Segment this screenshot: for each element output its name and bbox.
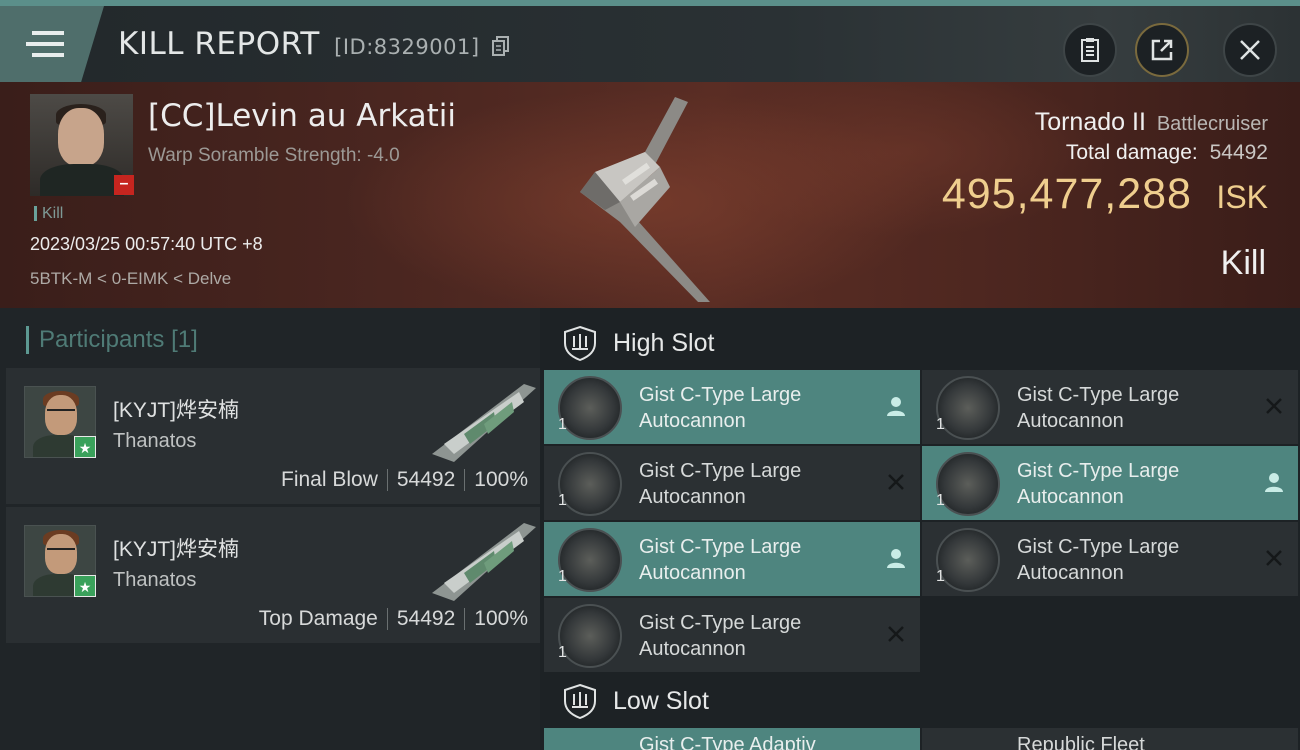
title-text: KILL REPORT <box>118 26 320 62</box>
star-icon: ★ <box>74 436 96 458</box>
participants-count: [1] <box>171 326 198 353</box>
kill-datetime: 2023/03/25 00:57:40 UTC +8 <box>30 234 263 254</box>
result-label: Kill <box>1220 244 1266 282</box>
participant-ship: Thanatos <box>113 430 197 452</box>
share-button[interactable] <box>1135 23 1189 77</box>
autocannon-icon <box>558 452 622 516</box>
module-item[interactable]: 1 Gist C-Type Large Autocannon <box>922 446 1298 520</box>
participant-stats: Top Damage 54492 100% <box>259 607 528 631</box>
isk-value-row: 495,477,288 ISK <box>942 170 1268 219</box>
module-name: Gist C-Type Large Autocannon <box>1017 460 1180 508</box>
module-name: Gist C-Type Large Autocannon <box>639 536 802 584</box>
participant-ship-render <box>432 523 536 601</box>
victim-banner: – [CC]Levin au Arkatii Warp Soramble Str… <box>0 82 1300 308</box>
x-icon <box>888 474 904 490</box>
participants-panel: Participants [1] ★ [KYJT]烨安楠 Thanatos Fi… <box>0 308 540 750</box>
hamburger-menu-icon <box>26 31 64 57</box>
module-name: Gist C-Type Large Autocannon <box>1017 384 1180 432</box>
participant-percent: 100% <box>474 607 528 630</box>
module-quantity: 1 <box>936 416 945 433</box>
module-quantity: 1 <box>558 416 567 433</box>
high-slot-header: High Slot <box>544 312 1296 374</box>
star-icon: ★ <box>74 575 96 597</box>
autocannon-icon <box>936 528 1000 592</box>
fitting-panel: High Slot 1 Gist C-Type Large Autocannon … <box>540 308 1300 750</box>
autocannon-icon <box>936 376 1000 440</box>
participant-damage: 54492 <box>396 468 456 491</box>
module-quantity: 1 <box>558 644 567 661</box>
negative-standing-badge: – <box>114 175 134 195</box>
module-item[interactable]: 1 Gist C-Type Large Autocannon <box>544 522 920 596</box>
module-name: Gist C-Type Large Autocannon <box>639 460 802 508</box>
shield-icon <box>564 325 596 361</box>
kill-tag: Kill <box>34 206 63 222</box>
person-icon <box>1265 473 1283 492</box>
participant-stats: Final Blow 54492 100% <box>281 468 528 492</box>
total-damage-label: Total damage: <box>1065 141 1198 164</box>
ship-name[interactable]: Tornado II Battlecruiser <box>1035 108 1268 137</box>
ship-name-text: Tornado II <box>1034 108 1146 136</box>
module-quantity: 1 <box>558 568 567 585</box>
isk-unit: ISK <box>1216 179 1268 215</box>
victim-name[interactable]: [CC]Levin au Arkatii <box>148 98 456 134</box>
close-icon <box>1240 40 1260 60</box>
low-slot-header: Low Slot <box>544 670 1296 732</box>
module-name: Gist C-Type Large Autocannon <box>639 612 802 660</box>
x-icon <box>1266 398 1282 414</box>
module-name: Gist C-Type Adaptiv <box>639 734 816 750</box>
module-name: Gist C-Type Large Autocannon <box>639 384 802 432</box>
module-item[interactable]: 1 Gist C-Type Large Autocannon <box>922 370 1298 444</box>
participant-role: Final Blow <box>281 468 378 491</box>
participant-ship: Thanatos <box>113 569 197 591</box>
participant-ship-render <box>432 384 536 462</box>
copy-icon[interactable] <box>491 35 510 56</box>
low-slot-label: Low Slot <box>613 686 709 715</box>
clipboard-button[interactable] <box>1063 23 1117 77</box>
share-icon <box>1151 39 1173 61</box>
participant-row[interactable]: ★ [KYJT]烨安楠 Thanatos Top Damage 54492 100% <box>6 507 540 643</box>
person-icon <box>887 549 905 568</box>
page-title: KILL REPORT [ID:8329001] <box>118 26 510 62</box>
autocannon-icon <box>558 376 622 440</box>
shield-icon <box>564 683 596 719</box>
participant-damage: 54492 <box>396 607 456 630</box>
victim-ship-render <box>580 97 710 302</box>
menu-button[interactable] <box>0 6 104 82</box>
high-slot-label: High Slot <box>613 328 715 357</box>
module-item[interactable]: Gist C-Type Adaptiv <box>544 728 920 750</box>
total-damage: Total damage: 54492 <box>1066 141 1268 165</box>
autocannon-icon <box>558 604 622 668</box>
module-item[interactable]: Republic Fleet <box>922 728 1298 750</box>
module-item[interactable]: 1 Gist C-Type Large Autocannon <box>544 370 920 444</box>
module-quantity: 1 <box>936 492 945 509</box>
participant-name[interactable]: [KYJT]烨安楠 <box>113 394 239 424</box>
module-name: Republic Fleet <box>1017 734 1145 750</box>
participant-row[interactable]: ★ [KYJT]烨安楠 Thanatos Final Blow 54492 100% <box>6 368 540 504</box>
participants-label: Participants <box>39 326 165 353</box>
ship-class: Battlecruiser <box>1156 113 1268 135</box>
person-icon <box>887 397 905 416</box>
module-quantity: 1 <box>558 492 567 509</box>
total-damage-value: 54492 <box>1209 141 1268 164</box>
autocannon-icon <box>936 452 1000 516</box>
participant-name[interactable]: [KYJT]烨安楠 <box>113 533 239 563</box>
x-icon <box>888 626 904 642</box>
module-quantity: 1 <box>936 568 945 585</box>
x-icon <box>1266 550 1282 566</box>
module-name: Gist C-Type Large Autocannon <box>1017 536 1180 584</box>
report-id: [ID:8329001] <box>334 35 480 59</box>
top-bar: KILL REPORT [ID:8329001] <box>0 0 1300 82</box>
warp-scramble-strength: Warp Soramble Strength: -4.0 <box>148 145 400 166</box>
module-item[interactable]: 1 Gist C-Type Large Autocannon <box>922 522 1298 596</box>
isk-value: 495,477,288 <box>941 170 1192 218</box>
close-button[interactable] <box>1223 23 1277 77</box>
module-item[interactable]: 1 Gist C-Type Large Autocannon <box>544 446 920 520</box>
autocannon-icon <box>558 528 622 592</box>
participants-header: Participants [1] <box>26 326 198 354</box>
participant-role: Top Damage <box>258 607 378 630</box>
module-item[interactable]: 1 Gist C-Type Large Autocannon <box>544 598 920 672</box>
clipboard-icon <box>1081 38 1099 62</box>
kill-location[interactable]: 5BTK-M < 0-EIMK < Delve <box>30 269 231 289</box>
participant-percent: 100% <box>474 468 528 491</box>
